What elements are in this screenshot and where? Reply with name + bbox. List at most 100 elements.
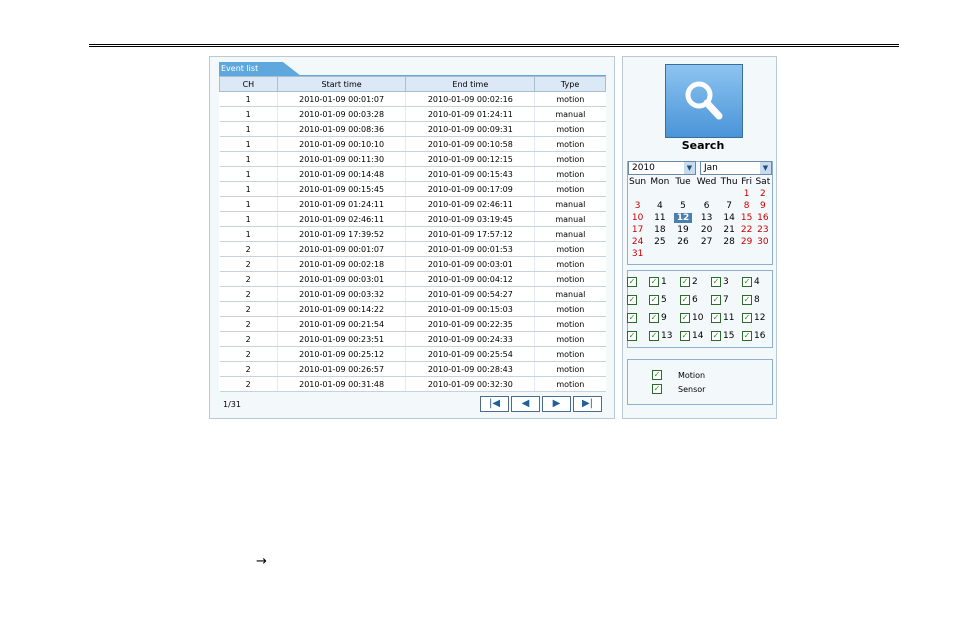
checkbox-icon[interactable]: ✓ (652, 384, 662, 394)
checkbox-icon[interactable]: ✓ (627, 331, 637, 341)
channel-checkbox[interactable]: ✓ 13 (649, 331, 680, 341)
checkbox-icon[interactable]: ✓ (649, 295, 659, 305)
table-row[interactable]: 2 2010-01-09 00:03:01 2010-01-09 00:04:12 m… (219, 271, 606, 287)
calendar-day[interactable]: 23 (754, 224, 772, 236)
channel-checkbox[interactable]: ✓ 1 (649, 277, 680, 287)
checkbox-icon[interactable]: ✓ (711, 331, 721, 341)
table-row[interactable]: 2 2010-01-09 00:21:54 2010-01-09 00:22:35 m… (219, 316, 606, 332)
calendar-day[interactable]: 21 (719, 224, 740, 236)
channel-checkbox[interactable]: ✓ 12 (742, 313, 773, 323)
channel-checkbox[interactable]: ✓ 8 (742, 295, 773, 305)
last-page-button[interactable]: ▶| (573, 396, 602, 412)
column-header-type[interactable]: Type (534, 76, 606, 92)
table-row[interactable]: 1 2010-01-09 00:14:48 2010-01-09 00:15:43 m… (219, 166, 606, 182)
channel-checkbox[interactable]: ✓ 10 (680, 313, 711, 323)
calendar-day[interactable]: 26 (672, 236, 695, 248)
channel-checkbox[interactable]: ✓ 4 (742, 277, 773, 287)
calendar-day[interactable]: 27 (694, 236, 718, 248)
table-row[interactable]: 2 2010-01-09 00:23:51 2010-01-09 00:24:33 m… (219, 331, 606, 347)
checkbox-icon[interactable]: ✓ (711, 313, 721, 323)
table-row[interactable]: 2 2010-01-09 00:14:22 2010-01-09 00:15:03 m… (219, 301, 606, 317)
channel-checkbox[interactable]: ✓ 6 (680, 295, 711, 305)
calendar-day[interactable]: 12 (672, 212, 695, 224)
search-button[interactable] (665, 64, 743, 138)
checkbox-icon[interactable]: ✓ (742, 277, 752, 287)
channel-checkbox[interactable]: ✓ 16 (742, 331, 773, 341)
month-select[interactable]: Jan ▼ (700, 161, 772, 175)
table-row[interactable]: 1 2010-01-09 00:11:30 2010-01-09 00:12:15 m… (219, 151, 606, 167)
channel-checkbox[interactable]: ✓ 2 (680, 277, 711, 287)
calendar-day[interactable]: 10 (627, 212, 648, 224)
column-header-ch[interactable]: CH (219, 76, 278, 92)
table-row[interactable]: 1 2010-01-09 17:39:52 2010-01-09 17:57:12 m… (219, 226, 606, 242)
event-type-motion[interactable]: ✓ Motion (652, 370, 705, 380)
checkbox-icon[interactable]: ✓ (680, 277, 690, 287)
channel-checkbox[interactable]: ✓ 11 (711, 313, 742, 323)
calendar-day[interactable]: 30 (754, 236, 772, 248)
checkbox-icon[interactable]: ✓ (742, 295, 752, 305)
channel-checkbox[interactable]: ✓ 15 (711, 331, 742, 341)
calendar-day[interactable]: 3 (627, 200, 648, 212)
channel-checkbox[interactable]: ✓ 9 (649, 313, 680, 323)
calendar-day[interactable]: 29 (740, 236, 754, 248)
table-row[interactable]: 2 2010-01-09 00:25:12 2010-01-09 00:25:54 m… (219, 346, 606, 362)
tab-event-list[interactable]: Event list (219, 62, 301, 76)
calendar-day[interactable]: 11 (648, 212, 671, 224)
calendar-day[interactable]: 6 (694, 200, 718, 212)
calendar-day[interactable]: 14 (719, 212, 740, 224)
checkbox-icon[interactable]: ✓ (742, 313, 752, 323)
checkbox-icon[interactable]: ✓ (742, 331, 752, 341)
table-row[interactable]: 2 2010-01-09 00:03:32 2010-01-09 00:54:27 m… (219, 286, 606, 302)
calendar-day[interactable]: 18 (648, 224, 671, 236)
calendar-day[interactable]: 13 (694, 212, 718, 224)
table-row[interactable]: 2 2010-01-09 00:02:18 2010-01-09 00:03:01 m… (219, 256, 606, 272)
table-row[interactable]: 1 2010-01-09 00:08:36 2010-01-09 00:09:31 m… (219, 121, 606, 137)
calendar-day[interactable]: 15 (740, 212, 754, 224)
calendar-day[interactable]: 19 (672, 224, 695, 236)
checkbox-icon[interactable]: ✓ (627, 295, 637, 305)
table-row[interactable]: 1 2010-01-09 02:46:11 2010-01-09 03:19:45 m… (219, 211, 606, 227)
calendar-day[interactable]: 16 (754, 212, 772, 224)
calendar-day[interactable]: 22 (740, 224, 754, 236)
checkbox-icon[interactable]: ✓ (711, 277, 721, 287)
calendar-day[interactable]: 4 (648, 200, 671, 212)
year-select[interactable]: 2010 ▼ (628, 161, 696, 175)
table-row[interactable]: 2 2010-01-09 00:26:57 2010-01-09 00:28:43 m… (219, 361, 606, 377)
calendar-day[interactable]: 5 (672, 200, 695, 212)
table-row[interactable]: 1 2010-01-09 01:24:11 2010-01-09 02:46:11 m… (219, 196, 606, 212)
calendar-day[interactable]: 24 (627, 236, 648, 248)
calendar-day[interactable]: 1 (740, 188, 754, 200)
next-page-button[interactable]: ▶ (542, 396, 571, 412)
checkbox-icon[interactable]: ✓ (680, 295, 690, 305)
calendar-day[interactable]: 7 (719, 200, 740, 212)
channel-checkbox[interactable]: ✓ 14 (680, 331, 711, 341)
table-row[interactable]: 2 2010-01-09 00:01:07 2010-01-09 00:01:53 m… (219, 241, 606, 257)
checkbox-icon[interactable]: ✓ (652, 370, 662, 380)
checkbox-icon[interactable]: ✓ (649, 331, 659, 341)
checkbox-icon[interactable]: ✓ (627, 313, 637, 323)
calendar-day[interactable]: 17 (627, 224, 648, 236)
calendar-day[interactable]: 2 (754, 188, 772, 200)
column-header-start-time[interactable]: Start time (276, 76, 407, 92)
channel-checkbox[interactable]: ✓ 3 (711, 277, 742, 287)
checkbox-icon[interactable]: ✓ (649, 313, 659, 323)
table-row[interactable]: 2 2010-01-09 00:31:48 2010-01-09 00:32:30 m… (219, 376, 606, 392)
checkbox-icon[interactable]: ✓ (649, 277, 659, 287)
checkbox-icon[interactable]: ✓ (711, 295, 721, 305)
calendar-day[interactable]: 8 (740, 200, 754, 212)
previous-page-button[interactable]: ◀ (511, 396, 540, 412)
calendar-day[interactable]: 9 (754, 200, 772, 212)
table-row[interactable]: 1 2010-01-09 00:01:07 2010-01-09 00:02:16 m… (219, 91, 606, 107)
first-page-button[interactable]: |◀ (480, 396, 509, 412)
calendar-day[interactable]: 25 (648, 236, 671, 248)
calendar-day[interactable]: 20 (694, 224, 718, 236)
table-row[interactable]: 1 2010-01-09 00:03:28 2010-01-09 01:24:11 m… (219, 106, 606, 122)
column-header-end-time[interactable]: End time (405, 76, 536, 92)
channel-checkbox[interactable]: ✓ 5 (649, 295, 680, 305)
checkbox-icon[interactable]: ✓ (680, 313, 690, 323)
checkbox-icon[interactable]: ✓ (680, 331, 690, 341)
checkbox-icon[interactable]: ✓ (627, 277, 637, 287)
event-type-sensor[interactable]: ✓ Sensor (652, 384, 705, 394)
channel-checkbox[interactable]: ✓ 7 (711, 295, 742, 305)
calendar-day[interactable]: 28 (719, 236, 740, 248)
